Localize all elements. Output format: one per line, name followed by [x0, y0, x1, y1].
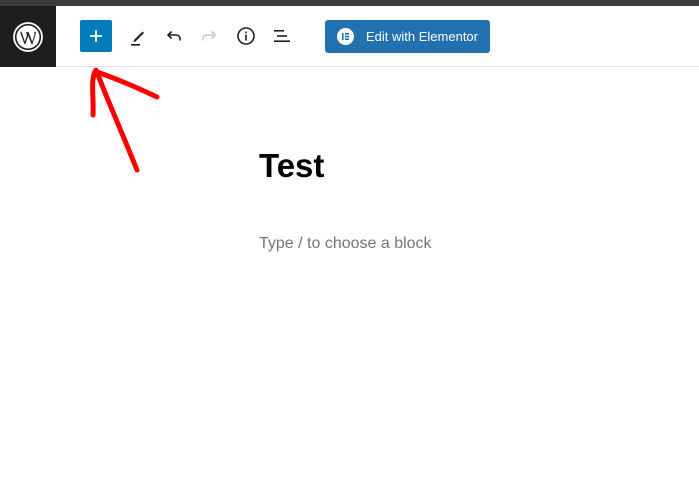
redo-button[interactable]: [193, 20, 225, 52]
elementor-button-label: Edit with Elementor: [366, 29, 478, 44]
details-button[interactable]: [230, 20, 262, 52]
post-title[interactable]: Test: [259, 147, 324, 185]
wordpress-logo-button[interactable]: [0, 6, 56, 67]
pencil-icon: [131, 31, 144, 46]
list-view-button[interactable]: [266, 20, 298, 52]
add-block-button[interactable]: [80, 20, 112, 52]
plus-icon: [90, 30, 102, 42]
editor-toolbar: Edit with Elementor: [56, 6, 699, 67]
edit-with-elementor-button[interactable]: Edit with Elementor: [325, 20, 490, 53]
undo-button[interactable]: [158, 20, 190, 52]
undo-icon: [166, 30, 181, 41]
info-icon: [237, 27, 255, 45]
list-view-icon: [274, 30, 290, 42]
editor-canvas: Test Type / to choose a block: [0, 67, 699, 497]
block-placeholder[interactable]: Type / to choose a block: [259, 235, 432, 253]
elementor-icon: [337, 28, 354, 45]
wordpress-logo-icon: [13, 21, 43, 52]
tools-button[interactable]: [122, 20, 154, 52]
redo-icon: [202, 30, 217, 41]
